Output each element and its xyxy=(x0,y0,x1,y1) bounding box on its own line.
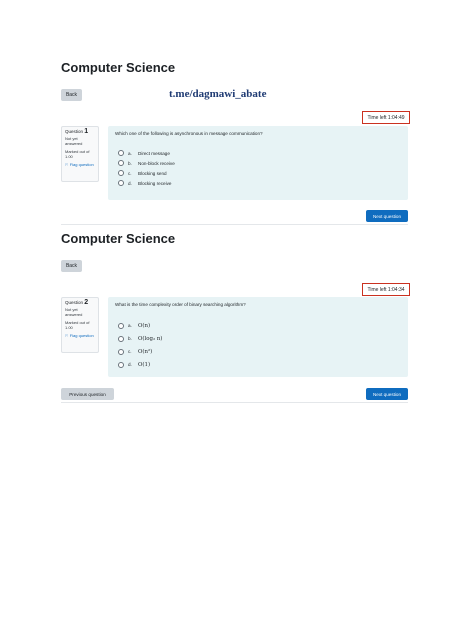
answer-option[interactable]: d. O(1) xyxy=(118,358,162,371)
page-title: Computer Science xyxy=(61,231,176,246)
flag-question-link[interactable]: ⚐ Flag question xyxy=(65,162,95,167)
question-mark: Marked out of 1.00 xyxy=(65,149,90,159)
timer: Time left 1:04:49 xyxy=(362,111,410,124)
divider xyxy=(61,224,408,225)
radio-button[interactable] xyxy=(118,335,124,342)
radio-button[interactable] xyxy=(118,361,124,368)
question-text: What is the time complexity order of bin… xyxy=(115,302,246,307)
answer-option[interactable]: c. O(n²) xyxy=(118,345,162,358)
timer: Time left 1:04:34 xyxy=(362,283,410,296)
answer-options: a. Direct message b. Non-block receive c. B… xyxy=(118,148,175,188)
previous-question-button[interactable]: Previous question xyxy=(61,388,114,400)
answer-option[interactable]: a. O(n) xyxy=(118,319,162,332)
answer-option[interactable]: d. Blocking receive xyxy=(118,178,175,188)
question-content: Which one of the following is asynchrono… xyxy=(108,126,408,200)
question-status: Not yet answered xyxy=(65,307,83,317)
radio-button[interactable] xyxy=(118,150,124,156)
answer-option[interactable]: b. O(log₂ n) xyxy=(118,332,162,345)
question-mark: Marked out of 1.00 xyxy=(65,320,90,330)
radio-button[interactable] xyxy=(118,348,124,355)
answer-options: a. O(n) b. O(log₂ n) c. O(n²) d. O(1) xyxy=(118,319,162,371)
radio-button[interactable] xyxy=(118,180,124,186)
next-question-button[interactable]: Next question xyxy=(366,388,408,400)
question-number: Question 1 xyxy=(65,128,89,135)
answer-option[interactable]: b. Non-block receive xyxy=(118,158,175,168)
question-content: What is the time complexity order of bin… xyxy=(108,297,408,377)
radio-button[interactable] xyxy=(118,170,124,176)
flag-icon: ⚐ xyxy=(65,162,69,167)
question-info: Question 2 Not yet answered Marked out of… xyxy=(61,297,99,353)
flag-question-link[interactable]: ⚐ Flag question xyxy=(65,333,95,338)
next-question-button[interactable]: Next question xyxy=(366,210,408,222)
answer-option[interactable]: a. Direct message xyxy=(118,148,175,158)
question-status: Not yet answered xyxy=(65,136,83,146)
page-title: Computer Science xyxy=(61,60,176,75)
radio-button[interactable] xyxy=(118,160,124,166)
flag-icon: ⚐ xyxy=(65,333,69,338)
watermark-text: t.me/dagmawi_abate xyxy=(169,88,267,100)
radio-button[interactable] xyxy=(118,322,124,329)
question-number: Question 2 xyxy=(65,299,89,306)
divider xyxy=(61,402,408,403)
back-button[interactable]: Back xyxy=(61,89,82,101)
question-info: Question 1 Not yet answered Marked out of… xyxy=(61,126,99,182)
back-button[interactable]: Back xyxy=(61,260,82,272)
question-text: Which one of the following is asynchrono… xyxy=(115,131,263,136)
answer-option[interactable]: c. Blocking send xyxy=(118,168,175,178)
